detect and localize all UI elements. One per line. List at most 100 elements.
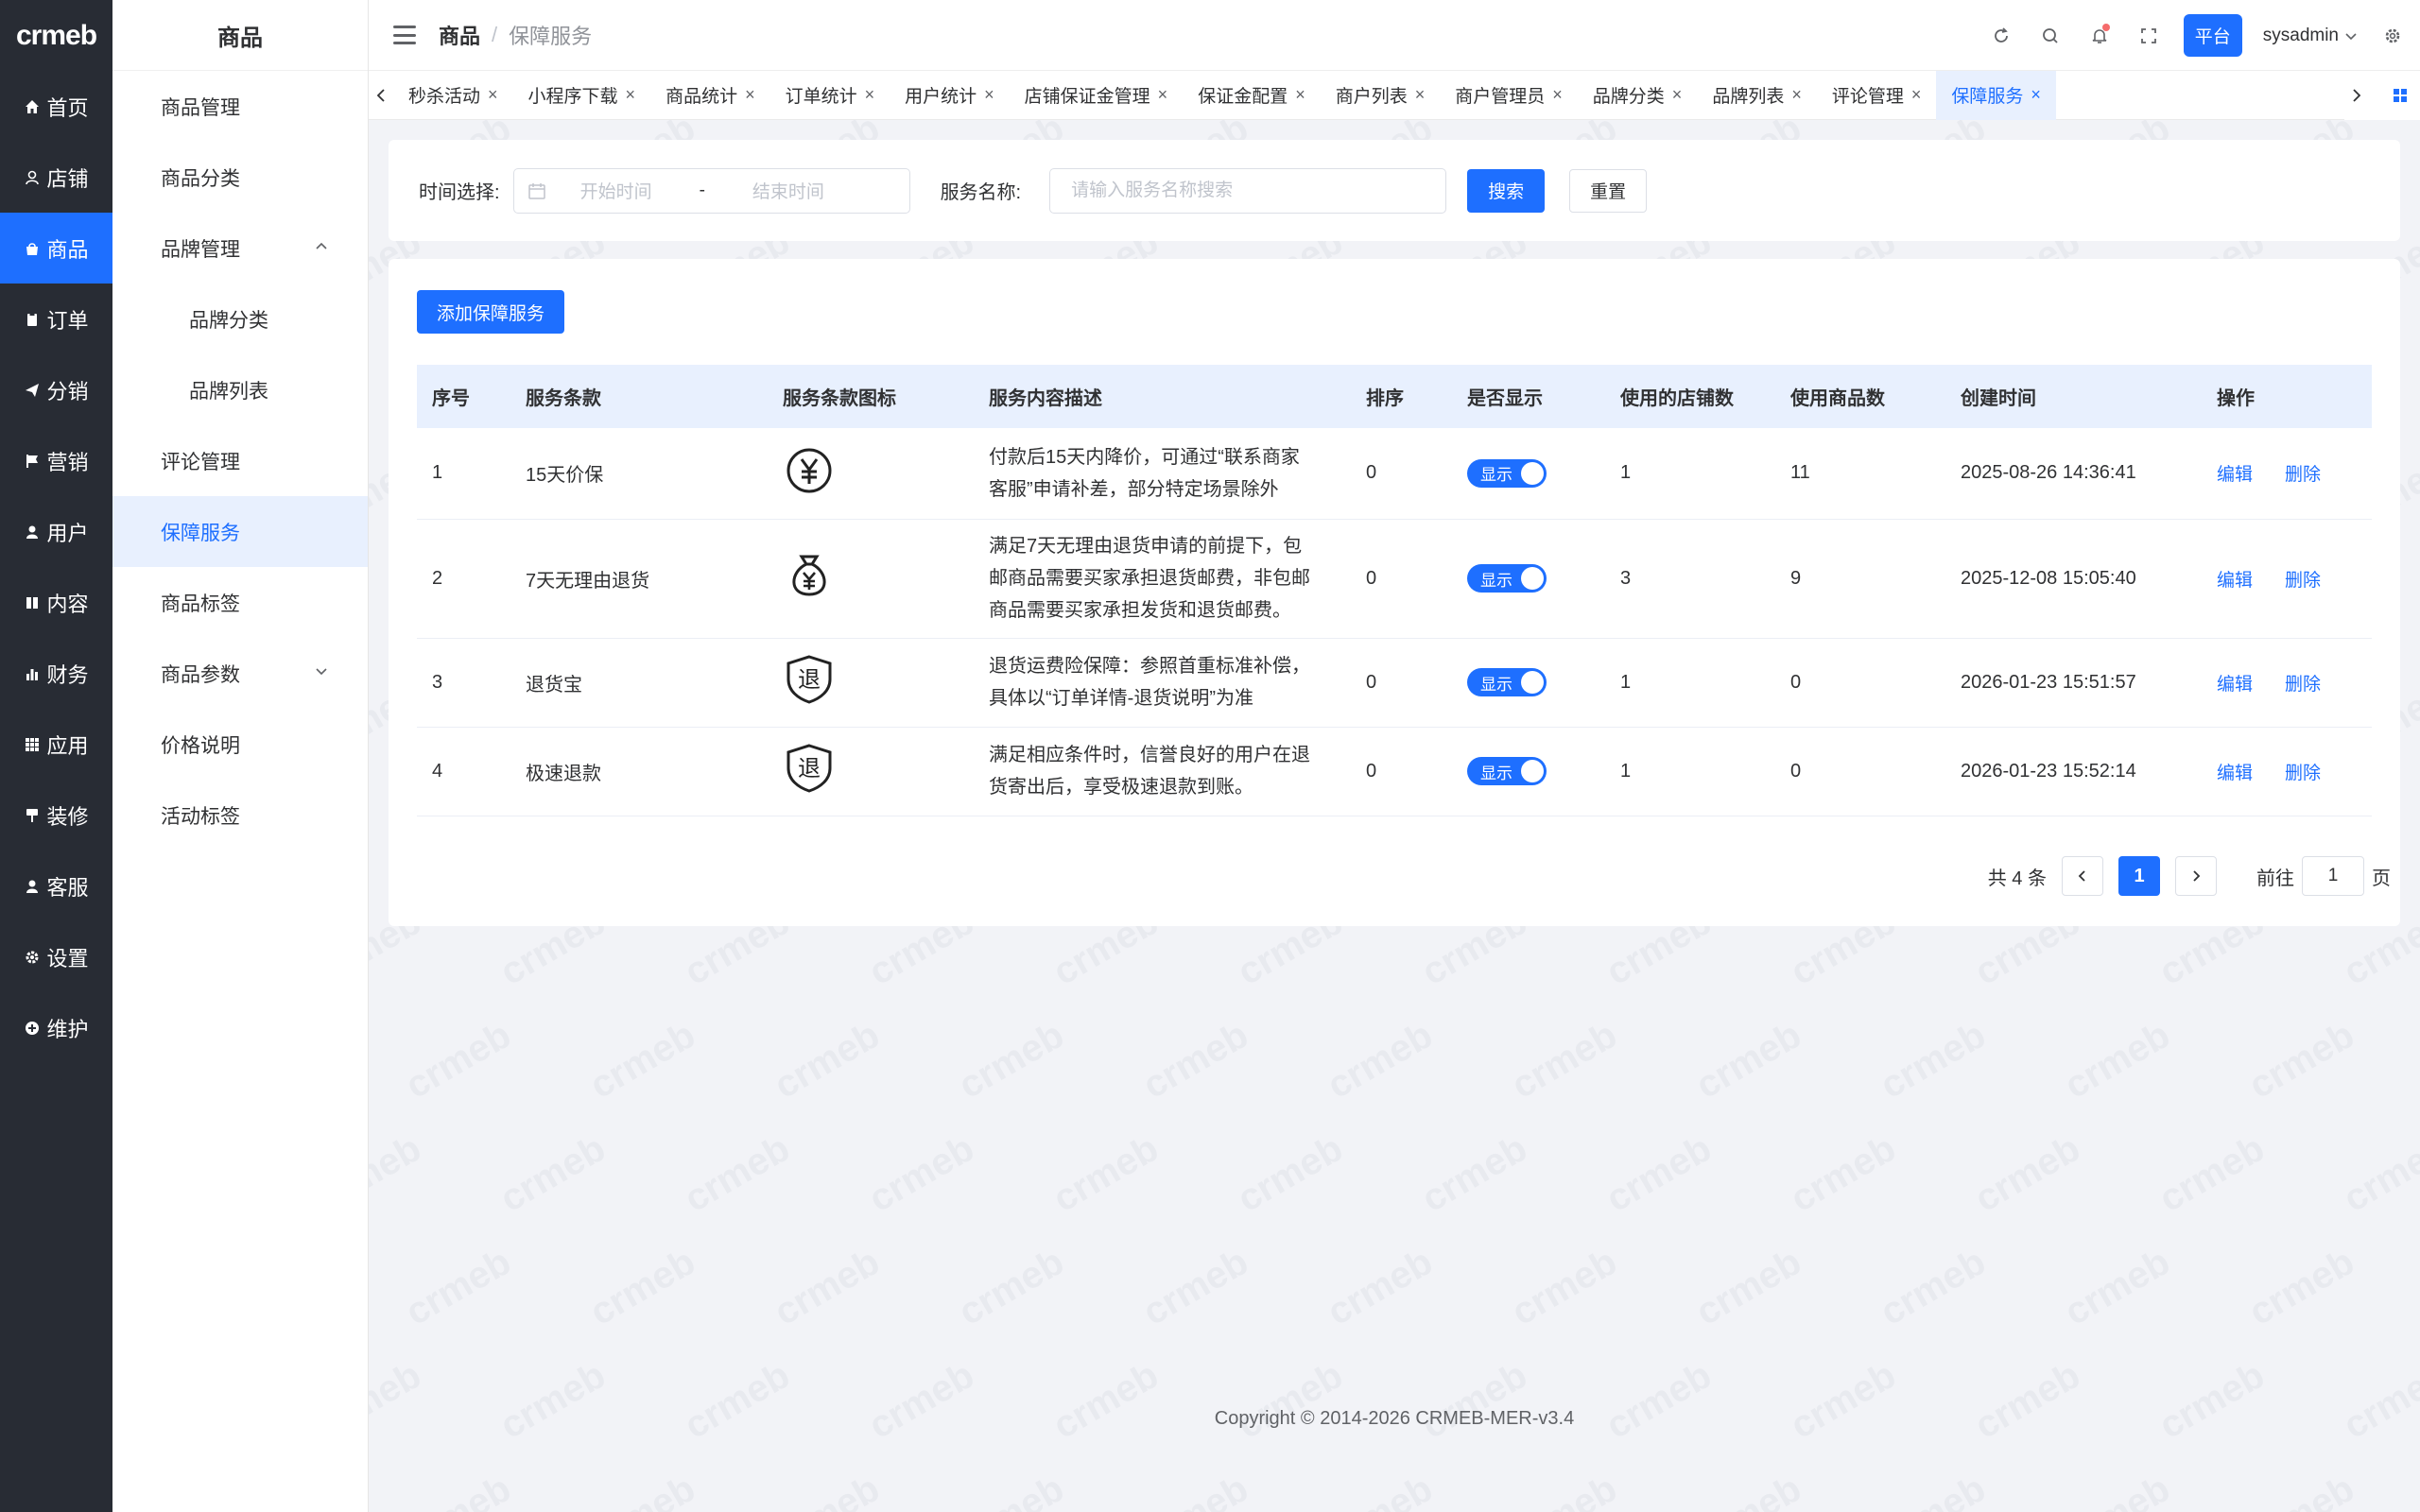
nav-item-settings[interactable]: 设置 — [0, 921, 112, 992]
tab-miniapp-download[interactable]: 小程序下载 × — [513, 71, 651, 120]
submenu-item-label: 品牌管理 — [161, 238, 240, 261]
platform-badge[interactable]: 平台 — [2183, 14, 2242, 57]
bell-icon[interactable] — [2085, 22, 2114, 50]
submenu-item-activity-tag[interactable]: 活动标签 — [112, 780, 368, 850]
tabs-scroll-right[interactable] — [2344, 71, 2369, 120]
delete-link[interactable]: 删除 — [2285, 675, 2321, 695]
close-icon[interactable]: × — [488, 85, 498, 105]
nav-item-label: 应用 — [46, 733, 89, 758]
submenu-item-goods-manage[interactable]: 商品管理 — [112, 71, 368, 142]
close-icon[interactable]: × — [865, 85, 875, 105]
close-icon[interactable]: × — [1791, 85, 1802, 105]
edit-link[interactable]: 编辑 — [2217, 675, 2253, 695]
submenu-item-price-desc[interactable]: 价格说明 — [112, 709, 368, 780]
close-icon[interactable]: × — [626, 85, 636, 105]
nav-item-content[interactable]: 内容 — [0, 567, 112, 638]
refresh-icon[interactable] — [1987, 22, 2015, 50]
tab-store-deposit[interactable]: 店铺保证金管理 × — [1010, 71, 1184, 120]
tabs-bar: 秒杀活动 × 小程序下载 × 商品统计 × 订单统计 × 用户统计 × 店铺保证金管理 × … — [369, 70, 2420, 120]
nav-item-store[interactable]: 店铺 — [0, 142, 112, 213]
nav-item-maintenance[interactable]: 维护 — [0, 992, 112, 1063]
tab-merchant-admin[interactable]: 商户管理员 × — [1440, 71, 1578, 120]
submenu-item-goods-tag[interactable]: 商品标签 — [112, 567, 368, 638]
tab-deposit-config[interactable]: 保证金配置 × — [1183, 71, 1321, 120]
nav-item-goods[interactable]: 商品 — [0, 213, 112, 284]
nav-item-app[interactable]: 应用 — [0, 709, 112, 780]
page-number-current[interactable]: 1 — [2118, 856, 2160, 896]
submenu-item-brand-list[interactable]: 品牌列表 — [112, 354, 368, 425]
tab-merchant-list[interactable]: 商户列表 × — [1321, 71, 1441, 120]
close-icon[interactable]: × — [2031, 85, 2041, 105]
edit-link[interactable]: 编辑 — [2217, 571, 2253, 591]
submenu-item-guarantee-service[interactable]: 保障服务 — [112, 496, 368, 567]
tabs-scroll-left[interactable] — [369, 71, 393, 120]
show-toggle[interactable]: 显示 — [1467, 757, 1547, 785]
nav-item-service[interactable]: 客服 — [0, 850, 112, 921]
close-icon[interactable]: × — [1911, 85, 1922, 105]
goto-page-input[interactable] — [2302, 856, 2364, 896]
nav-item-user[interactable]: 用户 — [0, 496, 112, 567]
nav-item-marketing[interactable]: 营销 — [0, 425, 112, 496]
start-time-placeholder[interactable]: 开始时间 — [580, 178, 652, 203]
submenu-item-goods-params[interactable]: 商品参数 — [112, 638, 368, 709]
chevron-left-icon — [2078, 870, 2085, 882]
fullscreen-icon[interactable] — [2135, 22, 2163, 50]
nav-item-home[interactable]: 首页 — [0, 71, 112, 142]
tab-brand-category[interactable]: 品牌分类 × — [1578, 71, 1698, 120]
cell-stores: 1 — [1605, 727, 1775, 816]
tab-goods-stats[interactable]: 商品统计 × — [650, 71, 770, 120]
show-toggle[interactable]: 显示 — [1467, 564, 1547, 593]
submenu-item-goods-category[interactable]: 商品分类 — [112, 142, 368, 213]
tab-label: 用户统计 — [905, 87, 977, 107]
nav-item-order[interactable]: 订单 — [0, 284, 112, 354]
breadcrumb-current: 保障服务 — [509, 25, 593, 48]
reset-button[interactable]: 重置 — [1569, 168, 1648, 213]
delete-link[interactable]: 删除 — [2285, 465, 2321, 485]
submenu-item-comment-manage[interactable]: 评论管理 — [112, 425, 368, 496]
watermark-text: crmeb — [2058, 1468, 2177, 1512]
tab-seckill[interactable]: 秒杀活动 × — [393, 71, 513, 120]
end-time-placeholder[interactable]: 结束时间 — [752, 178, 824, 203]
prev-page-button[interactable] — [2062, 856, 2103, 896]
search-button[interactable]: 搜索 — [1467, 168, 1546, 213]
finance-icon — [24, 665, 41, 682]
edit-link[interactable]: 编辑 — [2217, 465, 2253, 485]
submenu-item-brand-category[interactable]: 品牌分类 — [112, 284, 368, 354]
edit-link[interactable]: 编辑 — [2217, 764, 2253, 783]
nav-item-decoration[interactable]: 装修 — [0, 780, 112, 850]
delete-link[interactable]: 删除 — [2285, 571, 2321, 591]
tab-label: 评论管理 — [1831, 87, 1904, 107]
close-icon[interactable]: × — [1295, 85, 1305, 105]
date-range-picker[interactable]: 开始时间 - 结束时间 — [512, 167, 910, 214]
menu-fold-icon[interactable] — [393, 26, 416, 44]
show-toggle[interactable]: 显示 — [1467, 668, 1547, 696]
return-icon-text: 退 — [798, 755, 821, 782]
settings-icon[interactable] — [2378, 22, 2407, 50]
tab-guarantee-service[interactable]: 保障服务 × — [1936, 70, 2056, 120]
tab-user-stats[interactable]: 用户统计 × — [890, 71, 1010, 120]
service-name-input[interactable] — [1049, 167, 1447, 214]
close-icon[interactable]: × — [1158, 85, 1168, 105]
tab-order-stats[interactable]: 订单统计 × — [770, 71, 890, 120]
search-icon[interactable] — [2036, 22, 2065, 50]
tab-label: 商品统计 — [666, 87, 738, 107]
show-toggle[interactable]: 显示 — [1467, 458, 1547, 488]
tab-comment-manage[interactable]: 评论管理 × — [1817, 71, 1937, 120]
next-page-button[interactable] — [2175, 856, 2217, 896]
nav-item-distribution[interactable]: 分销 — [0, 354, 112, 425]
submenu-item-brand-manage[interactable]: 品牌管理 — [112, 213, 368, 284]
close-icon[interactable]: × — [1415, 85, 1426, 105]
close-icon[interactable]: × — [1672, 85, 1683, 105]
nav-item-finance[interactable]: 财务 — [0, 638, 112, 709]
cell-desc: 退货运费险保障：参照首重标准补偿，具体以“订单详情-退货说明”为准 — [974, 638, 1351, 728]
tabs-menu-grid-icon[interactable] — [2388, 71, 2412, 120]
user-menu[interactable]: sysadmin — [2263, 26, 2358, 46]
close-icon[interactable]: × — [745, 85, 755, 105]
close-icon[interactable]: × — [984, 85, 994, 105]
add-service-button[interactable]: 添加保障服务 — [417, 290, 564, 334]
close-icon[interactable]: × — [1552, 85, 1563, 105]
tab-brand-list[interactable]: 品牌列表 × — [1697, 71, 1817, 120]
delete-link[interactable]: 删除 — [2285, 764, 2321, 783]
watermark-text: crmeb — [1599, 1353, 1719, 1448]
breadcrumb-root[interactable]: 商品 — [439, 20, 480, 50]
